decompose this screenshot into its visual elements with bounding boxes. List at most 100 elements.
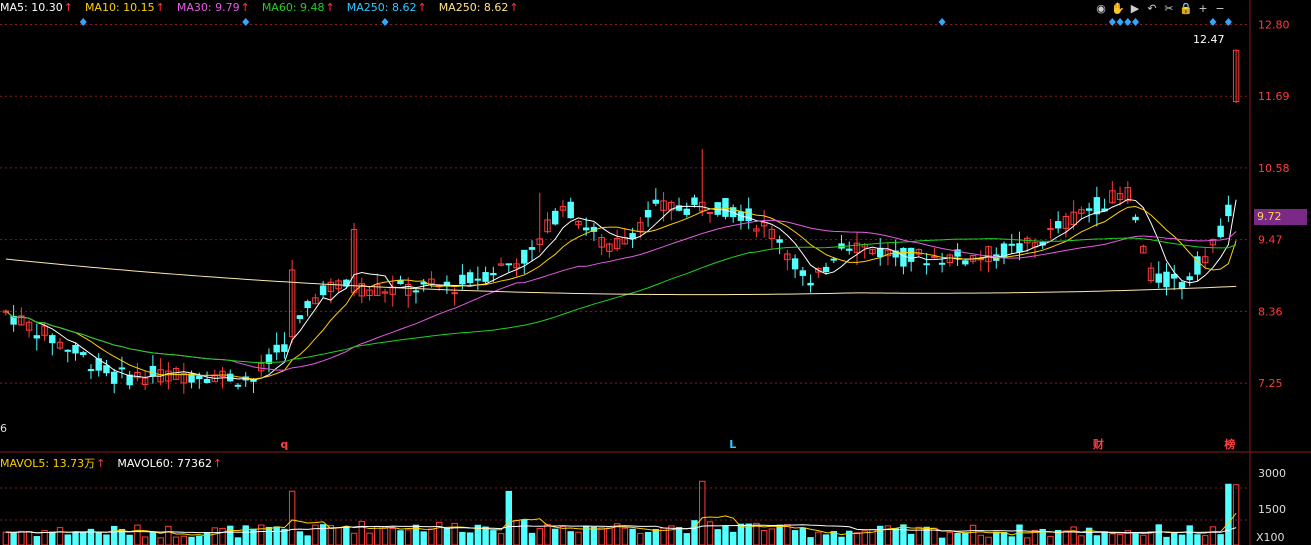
volume-bar	[1078, 535, 1085, 545]
candle-body	[1093, 197, 1101, 215]
up-arrow-icon: ↑	[509, 1, 519, 14]
volume-bar	[1186, 525, 1193, 545]
volume-bar	[1116, 533, 1124, 545]
volume-bar	[1016, 524, 1023, 545]
volume-bar	[822, 534, 830, 545]
eye-icon[interactable]: ◉	[1094, 2, 1108, 16]
diamond-marker-icon	[1132, 18, 1140, 26]
volume-bar	[637, 532, 644, 545]
volume-bar	[196, 535, 203, 545]
vol-legend-item-0: MAVOL5: 13.73万↑	[0, 457, 106, 470]
candle-body	[33, 335, 41, 339]
volume-bar	[760, 530, 768, 545]
volume-bar	[784, 524, 791, 545]
volume-bar	[211, 527, 218, 545]
volume-bar	[227, 525, 234, 545]
volume-bar	[699, 480, 706, 545]
volume-bar	[18, 530, 25, 545]
diamond-marker-icon	[381, 18, 389, 26]
volume-bar	[257, 524, 265, 545]
candle-body	[412, 290, 420, 293]
candle-body	[1186, 276, 1193, 281]
diamond-marker-icon	[242, 18, 250, 26]
candle-body	[706, 211, 714, 214]
zoom-in-icon[interactable]: +	[1196, 2, 1210, 16]
candle-body	[126, 374, 133, 386]
up-arrow-icon: ↑	[212, 457, 223, 470]
volume-bar	[1109, 533, 1116, 545]
ma-legend-item-2: MA30: 9.79↑	[176, 1, 250, 14]
hand-icon[interactable]: ✋	[1111, 2, 1125, 16]
volume-bar	[95, 531, 102, 545]
volume-bar	[1008, 536, 1015, 545]
candle-body	[799, 270, 807, 276]
candle-body	[87, 369, 95, 372]
ma-legend: MA5: 10.30↑ MA10: 10.15↑ MA30: 9.79↑ MA60: …	[0, 1, 531, 17]
event-marker: 榜	[1224, 437, 1235, 451]
volume-bar	[590, 526, 598, 545]
volume-bar	[528, 532, 536, 545]
y-tick-label: 7.25	[1258, 377, 1283, 390]
ma-legend-item-5: MA250: 8.62↑	[438, 1, 519, 14]
ma-legend-item-4: MA250: 8.62↑	[346, 1, 427, 14]
event-marker: q	[280, 438, 288, 451]
volume-bar	[544, 523, 551, 545]
volume-bar	[962, 532, 969, 545]
ma-legend-item-1: MA10: 10.15↑	[84, 1, 165, 14]
candle-body	[691, 197, 698, 205]
play-icon[interactable]: ▶	[1128, 2, 1142, 16]
volume-bar	[552, 528, 559, 545]
up-arrow-icon: ↑	[417, 1, 427, 14]
volume-bar	[606, 527, 613, 545]
candle-body	[582, 227, 590, 231]
volume-bar	[1209, 526, 1217, 545]
volume-bar	[103, 534, 110, 545]
ma30-line	[5, 219, 1237, 371]
candle-body	[567, 201, 574, 219]
candle-body	[319, 285, 327, 296]
volume-bar	[598, 527, 605, 545]
volume-bar	[358, 520, 366, 545]
volume-bar	[683, 533, 690, 545]
volume-bar	[985, 536, 992, 545]
candle-body	[459, 274, 466, 285]
volume-bar	[443, 527, 451, 545]
ma60-line	[5, 237, 1237, 363]
volume-bar	[49, 531, 56, 545]
candle-body	[474, 278, 482, 281]
volume-bar	[10, 532, 17, 545]
volume-bar	[389, 527, 396, 545]
volume-bar	[993, 531, 1000, 545]
candle-body	[80, 352, 87, 356]
scissors-icon[interactable]: ✂	[1162, 2, 1176, 16]
volume-bar	[815, 531, 822, 545]
volume-bar	[567, 531, 574, 545]
candle-body	[482, 272, 489, 282]
candle-body	[1178, 282, 1186, 289]
zoom-out-icon[interactable]: −	[1213, 2, 1227, 16]
candle-body	[822, 266, 830, 273]
candle-body	[110, 371, 118, 384]
volume-bar	[900, 524, 907, 545]
up-arrow-icon: ↑	[155, 1, 165, 14]
volume-bar	[513, 520, 520, 545]
undo-icon[interactable]: ↶	[1145, 2, 1159, 16]
volume-bar	[149, 531, 157, 545]
candle-body	[273, 344, 280, 353]
volume-bar	[1000, 532, 1008, 545]
volume-bar	[876, 525, 884, 545]
volume-bar	[312, 524, 319, 545]
candle-body	[900, 247, 907, 267]
volume-bar	[157, 537, 164, 545]
volume-bar	[559, 525, 567, 545]
volume-bar	[172, 536, 180, 545]
volume-bar	[296, 531, 304, 545]
volume-bar	[428, 528, 435, 545]
volume-bar	[938, 537, 946, 545]
volume-bar	[1140, 534, 1147, 545]
candle-body	[629, 233, 636, 240]
candle-body	[807, 282, 814, 286]
volume-bar	[80, 531, 87, 545]
candle-body	[234, 384, 242, 387]
lock-icon[interactable]: 🔒	[1179, 2, 1193, 16]
